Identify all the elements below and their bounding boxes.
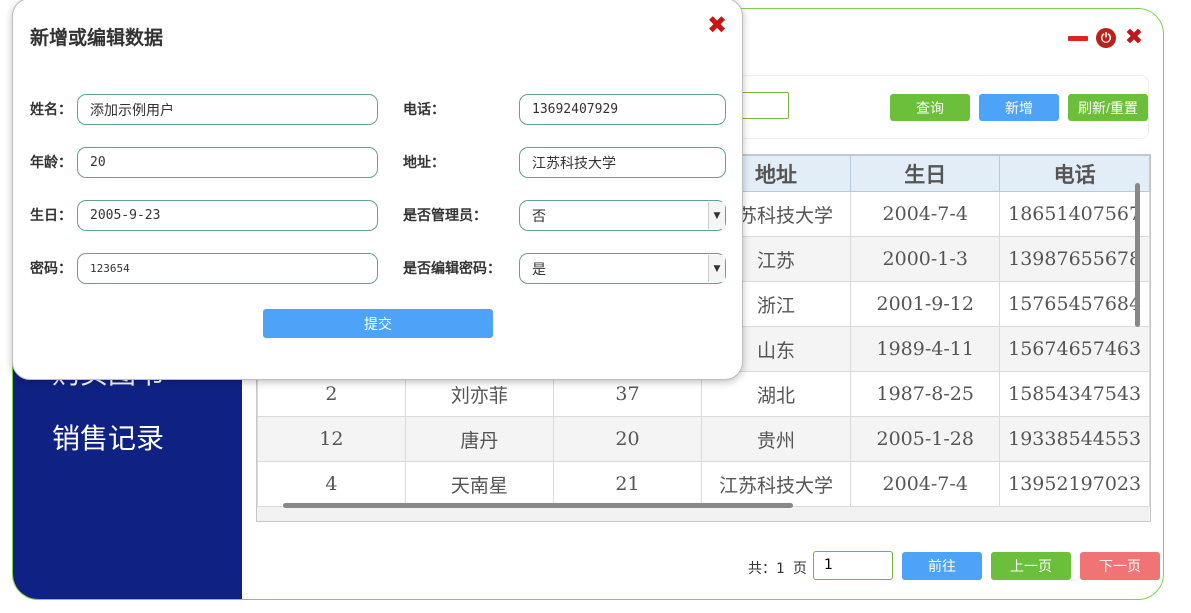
- is-admin-select[interactable]: 否 ▼: [519, 200, 726, 231]
- table-cell: 贵州: [700, 416, 852, 462]
- next-page-button[interactable]: 下一页: [1080, 552, 1160, 580]
- table-cell: 2001-9-12: [850, 281, 1001, 327]
- table-cell: 江苏科技大学: [700, 461, 852, 507]
- vertical-scrollbar[interactable]: [1135, 183, 1140, 327]
- table-cell: 2004-7-4: [850, 461, 1001, 507]
- dialog-close-button[interactable]: ✖: [707, 11, 727, 39]
- table-cell: 唐丹: [404, 416, 555, 462]
- table-cell: 12: [257, 416, 406, 462]
- password-field[interactable]: 123654: [77, 253, 378, 284]
- horizontal-scrollbar[interactable]: [283, 503, 793, 508]
- table-cell: 2000-1-3: [850, 236, 1001, 282]
- edit-password-value: 是: [532, 261, 546, 278]
- phone-label: 电话：: [403, 102, 445, 118]
- table-cell: 15674657463: [999, 326, 1150, 372]
- address-field[interactable]: 江苏科技大学: [519, 147, 726, 178]
- address-label: 地址：: [403, 155, 445, 171]
- age-value: 20: [90, 155, 106, 170]
- edit-password-label: 是否编辑密码：: [403, 261, 501, 277]
- minimize-button[interactable]: [1067, 27, 1089, 49]
- page-number-value: 1: [824, 557, 833, 573]
- table-cell: 天南星: [404, 461, 555, 507]
- power-button[interactable]: ⏻: [1095, 27, 1117, 49]
- table-cell: 19338544553: [999, 416, 1150, 462]
- table-cell: 1989-4-11: [850, 326, 1001, 372]
- column-header-birthday[interactable]: 生日: [850, 155, 1001, 192]
- page-number-input[interactable]: 1: [813, 551, 893, 580]
- total-pages-label: 共：1 页: [748, 561, 807, 577]
- column-header-phone[interactable]: 电话: [999, 155, 1150, 192]
- is-admin-label: 是否管理员：: [403, 208, 487, 224]
- password-value: 123654: [90, 262, 130, 275]
- go-button[interactable]: 前往: [902, 552, 982, 580]
- phone-value: 13692407929: [532, 102, 619, 117]
- window-close-button[interactable]: ✖: [1123, 27, 1145, 49]
- refresh-reset-button[interactable]: 刷新/重置: [1068, 94, 1148, 121]
- address-value: 江苏科技大学: [532, 155, 616, 172]
- table-row[interactable]: 12 唐丹 20 贵州 2005-1-28 19338544553: [257, 416, 1150, 462]
- password-label: 密码：: [30, 261, 72, 277]
- table-cell: 1987-8-25: [850, 371, 1001, 417]
- close-icon: ✖: [1124, 25, 1144, 50]
- chevron-down-icon: ▼: [708, 202, 725, 229]
- birthday-value: 2005-9-23: [90, 208, 161, 223]
- prev-page-button[interactable]: 上一页: [991, 552, 1071, 580]
- table-cell: 13952197023: [999, 461, 1150, 507]
- minimize-icon: [1068, 35, 1088, 41]
- edit-password-select[interactable]: 是 ▼: [519, 253, 726, 284]
- dialog-title: 新增或编辑数据: [30, 27, 164, 49]
- name-value: 添加示例用户: [90, 102, 174, 119]
- submit-button[interactable]: 提交: [263, 309, 493, 338]
- table-cell: 4: [257, 461, 406, 507]
- table-cell: 2004-7-4: [850, 191, 1001, 237]
- name-field[interactable]: 添加示例用户: [77, 94, 378, 125]
- edit-dialog: 新增或编辑数据 ✖ 姓名： 添加示例用户 电话： 13692407929 年龄：…: [12, 0, 743, 380]
- age-label: 年龄：: [30, 155, 72, 171]
- table-cell: 13987655678: [999, 236, 1150, 282]
- power-icon: ⏻: [1096, 28, 1116, 48]
- table-cell: 15854347543: [999, 371, 1150, 417]
- add-button[interactable]: 新增: [979, 94, 1059, 121]
- phone-field[interactable]: 13692407929: [519, 94, 726, 125]
- sidebar-item-sales-records[interactable]: 销售记录: [52, 417, 164, 457]
- birthday-label: 生日：: [30, 208, 72, 224]
- table-cell: 2005-1-28: [850, 416, 1001, 462]
- birthday-field[interactable]: 2005-9-23: [77, 200, 378, 231]
- close-icon: ✖: [707, 11, 728, 39]
- query-button[interactable]: 查询: [890, 94, 970, 121]
- table-cell: 20: [553, 416, 702, 462]
- age-field[interactable]: 20: [77, 147, 378, 178]
- window-controls: ⏻ ✖: [1067, 27, 1145, 49]
- table-cell: 18651407567: [999, 191, 1150, 237]
- is-admin-value: 否: [532, 208, 546, 225]
- name-label: 姓名：: [30, 102, 72, 118]
- chevron-down-icon: ▼: [708, 255, 725, 282]
- table-row[interactable]: 4 天南星 21 江苏科技大学 2004-7-4 13952197023: [257, 461, 1150, 507]
- table-cell: 21: [553, 461, 702, 507]
- table-cell: 15765457684: [999, 281, 1150, 327]
